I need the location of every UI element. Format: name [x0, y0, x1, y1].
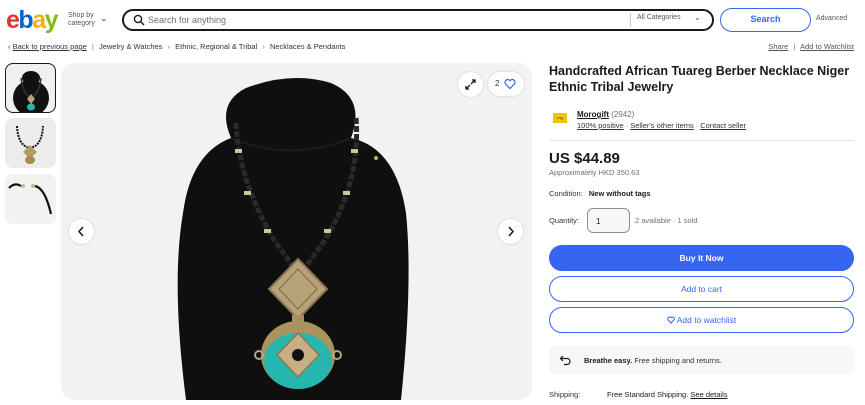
breathe-easy-text: Free shipping and returns.: [632, 356, 722, 365]
breathe-easy-bold: Breathe easy.: [584, 356, 633, 365]
quantity-input[interactable]: 1: [587, 208, 630, 233]
divider: [549, 140, 854, 141]
chevron-right-icon: [508, 226, 515, 237]
seller-info: Morogift (2942): [577, 110, 634, 119]
add-to-watchlist-button[interactable]: Add to watchlist: [549, 307, 854, 333]
shop-by-category[interactable]: Shop by category: [68, 12, 102, 28]
buy-it-now-button[interactable]: Buy It Now: [549, 245, 854, 271]
seller-links: 100% positive · Seller's other items · Conta…: [577, 121, 747, 130]
search-input[interactable]: [148, 13, 628, 27]
thumbnail-2[interactable]: [5, 118, 56, 168]
advanced-search-link[interactable]: Advanced: [816, 15, 847, 22]
necklace-thumbnail-image: [5, 174, 56, 224]
add-to-watchlist-label: Add to watchlist: [676, 315, 737, 325]
watch-count: 2: [495, 79, 500, 88]
seller-other-items-link[interactable]: Seller's other items: [630, 121, 694, 130]
ebay-logo[interactable]: ebay: [6, 6, 59, 34]
seller-positive-link[interactable]: 100% positive: [577, 121, 624, 130]
breadcrumb: ‹ Back to previous page | Jewelry & Watc…: [8, 42, 346, 51]
seller-feedback-count: (2942): [611, 110, 635, 119]
expand-icon: [465, 79, 476, 90]
availability: 2 available · 1 sold: [635, 216, 698, 225]
approx-price: Approximately HKD 350.63: [549, 168, 640, 177]
share-actions: Share | Add to Watchlist: [768, 42, 854, 51]
quantity-label: Quantity:: [549, 216, 580, 225]
heart-icon: [504, 78, 516, 90]
listing-title: Handcrafted African Tuareg Berber Neckla…: [549, 64, 850, 94]
expand-button[interactable]: [458, 72, 483, 97]
shipping-label: Shipping:: [549, 390, 581, 399]
necklace-thumbnail-image: [13, 71, 49, 112]
thumbnail-3[interactable]: [5, 174, 56, 224]
shipping-text: Free Standard Shipping.: [607, 390, 689, 399]
price: US $44.89: [549, 150, 620, 167]
add-to-watchlist-link[interactable]: Add to Watchlist: [800, 42, 854, 51]
condition-value: New without tags: [588, 189, 651, 198]
search-icon: [133, 14, 145, 26]
heart-icon: [666, 316, 675, 324]
see-details-link[interactable]: See details: [690, 390, 727, 399]
breathe-easy-banner: Breathe easy. Free shipping and returns.: [549, 345, 854, 375]
chevron-down-icon[interactable]: ⌄: [694, 13, 701, 22]
back-to-previous-link[interactable]: Back to previous page: [13, 42, 87, 51]
chevron-left-icon: [77, 226, 84, 237]
search-button[interactable]: Search: [720, 8, 811, 32]
header: ebay Shop by category ⌄ All Categories ⌄…: [0, 0, 865, 40]
condition-label: Condition:: [549, 189, 583, 198]
previous-image-button[interactable]: [69, 219, 94, 244]
share-link[interactable]: Share: [768, 42, 788, 51]
contact-seller-link[interactable]: Contact seller: [700, 121, 746, 130]
watch-button[interactable]: 2: [488, 72, 524, 96]
thumbnail-1[interactable]: [5, 63, 56, 113]
category-select[interactable]: All Categories: [637, 14, 681, 21]
search-bar: All Categories ⌄: [122, 9, 714, 31]
necklace-thumbnail-image: [5, 118, 56, 168]
breadcrumb-item[interactable]: Necklaces & Pendants: [270, 42, 345, 51]
main-product-image[interactable]: [61, 63, 532, 400]
condition: Condition: New without tags: [549, 189, 651, 198]
next-image-button[interactable]: [498, 219, 523, 244]
breadcrumb-item[interactable]: Ethnic, Regional & Tribal: [175, 42, 257, 51]
return-arrow-icon: [559, 355, 571, 366]
back-arrow-icon[interactable]: ‹: [8, 42, 11, 51]
necklace-photo: [177, 78, 409, 400]
seller-name-link[interactable]: Morogift: [577, 110, 609, 119]
add-to-cart-button[interactable]: Add to cart: [549, 276, 854, 302]
breadcrumb-item[interactable]: Jewelry & Watches: [99, 42, 163, 51]
shipping-value: Free Standard Shipping. See details: [607, 390, 728, 399]
chevron-down-icon[interactable]: ⌄: [100, 13, 108, 24]
search-divider: [630, 13, 631, 27]
seller-logo[interactable]: mg: [553, 113, 567, 123]
